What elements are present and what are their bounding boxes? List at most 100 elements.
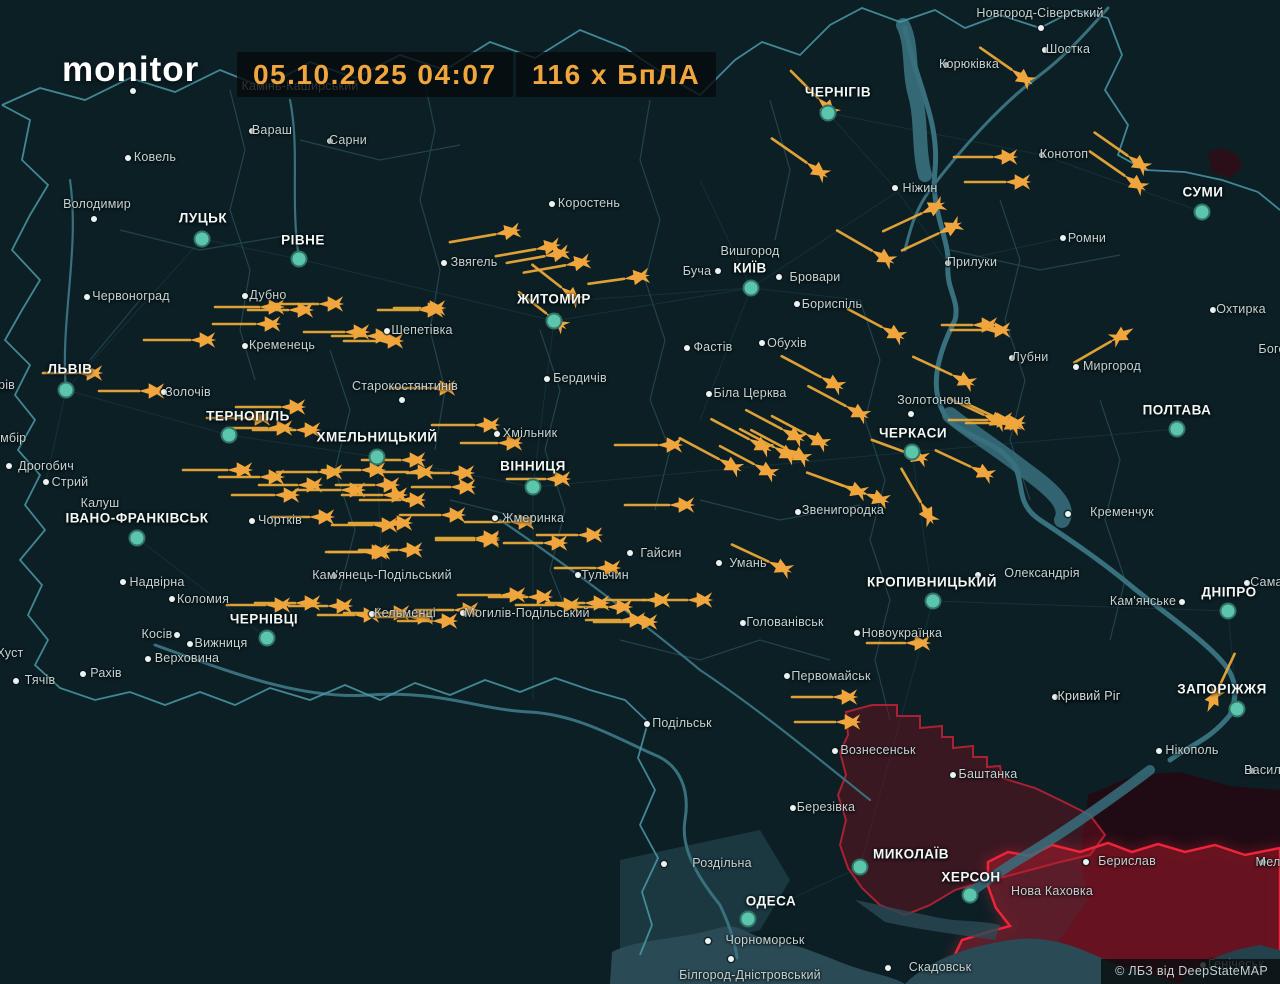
- town-label: Вишгород: [720, 243, 780, 258]
- town-dot: [120, 579, 126, 585]
- town-label: Шостка: [1045, 41, 1091, 56]
- town-label: Хмільник: [502, 425, 558, 440]
- town-label: Обухів: [767, 335, 807, 350]
- town-label: Василівка: [1244, 762, 1280, 777]
- town-dot: [1179, 599, 1185, 605]
- city-dot: [290, 250, 308, 268]
- drone-icon: [867, 243, 899, 271]
- city-label: ХЕРСОН: [941, 869, 1001, 885]
- town-label: Могилів-Подільський: [464, 605, 590, 620]
- drone-icon: [1006, 63, 1038, 91]
- drone-icon: [606, 599, 634, 615]
- town-label: Охтирка: [1216, 301, 1266, 316]
- town-dot: [13, 678, 19, 684]
- town-dot: [187, 641, 193, 647]
- city-dot: [57, 381, 75, 399]
- city-label: ІВАНО-ФРАНКІВСЬК: [65, 510, 209, 526]
- drone-icon: [419, 300, 447, 316]
- town-dot: [784, 673, 790, 679]
- datetime-badge: 05.10.2025 04:07: [237, 52, 513, 97]
- drone-trail: [807, 384, 847, 408]
- town-dot: [43, 479, 49, 485]
- drone-icon: [966, 459, 998, 485]
- drone-trail: [780, 354, 822, 379]
- town-dot: [575, 572, 581, 578]
- town-label: Сарни: [329, 132, 367, 147]
- town-label: Голованівськ: [746, 614, 824, 629]
- town-label: Чорноморськ: [725, 932, 805, 947]
- town-label: Звенигородка: [801, 502, 885, 517]
- town-label: Ніжин: [902, 180, 938, 195]
- drone-icon: [831, 689, 859, 705]
- town-label: Первомайськ: [791, 668, 871, 683]
- town-dot: [249, 518, 255, 524]
- town-dot: [854, 630, 860, 636]
- map-canvas[interactable]: Камінь-КаширськийКовельВарашСарниВолодим…: [0, 0, 1280, 984]
- drone-icon: [947, 367, 979, 393]
- city-label: МИКОЛАЇВ: [872, 846, 950, 862]
- town-label: Кам'янець-Подільський: [312, 567, 452, 582]
- city-label: ДНІПРО: [1201, 584, 1257, 600]
- drone-icon: [541, 535, 569, 551]
- town-label: Дубно: [249, 287, 287, 302]
- town-label: Золотоноша: [897, 392, 971, 407]
- town-dot: [716, 560, 722, 566]
- drone-trail: [846, 307, 883, 329]
- drone-icon: [801, 427, 833, 453]
- town-dot: [950, 772, 956, 778]
- city-label: ОДЕСА: [745, 893, 797, 909]
- city-dot: [1228, 700, 1246, 718]
- town-label: Бровари: [789, 269, 841, 284]
- town-label: Хуст: [0, 645, 24, 660]
- town-dot: [740, 620, 746, 626]
- town-label: Мелітополь: [1255, 854, 1280, 869]
- town-label: Коростень: [557, 195, 621, 210]
- city-dot: [258, 629, 276, 647]
- drone-icon: [189, 332, 217, 348]
- town-label: Ковель: [133, 149, 177, 164]
- drone-trail: [934, 449, 972, 468]
- town-label: Скадовськ: [908, 959, 972, 974]
- city-dot: [545, 312, 563, 330]
- drone-trail: [770, 137, 808, 164]
- town-dot: [145, 656, 151, 662]
- city-dot: [524, 478, 542, 496]
- city-dot: [1219, 602, 1237, 620]
- city-label: РІВНЕ: [281, 232, 325, 248]
- town-dot: [706, 391, 712, 397]
- town-dot: [494, 431, 500, 437]
- town-dot: [441, 260, 447, 266]
- town-dot: [549, 201, 555, 207]
- town-label: Коломия: [176, 591, 230, 606]
- town-label: Новоукраїнка: [861, 625, 943, 640]
- drone-icon: [226, 462, 254, 478]
- drone-trail: [835, 229, 874, 252]
- drone-trail: [710, 417, 750, 441]
- town-dot: [1060, 235, 1066, 241]
- town-dot: [169, 596, 175, 602]
- drone-trail: [505, 254, 546, 265]
- town-label: Верховина: [154, 650, 220, 665]
- town-dot: [794, 301, 800, 307]
- town-dot: [705, 938, 711, 944]
- town-label: Богодухів: [1258, 341, 1280, 356]
- drone-icon: [1106, 321, 1138, 349]
- city-dot: [739, 910, 757, 928]
- drone-icon: [473, 530, 501, 546]
- city-label: ЗАПОРІЖЖЯ: [1177, 681, 1267, 697]
- drone-trail: [448, 233, 497, 244]
- drone-trail: [911, 355, 953, 376]
- town-dot: [684, 345, 690, 351]
- town-label: Стрий: [51, 474, 89, 489]
- city-label: СУМИ: [1182, 184, 1224, 200]
- drone-icon: [448, 465, 476, 481]
- town-dot: [242, 343, 248, 349]
- drone-icon: [449, 479, 477, 495]
- town-dot: [661, 861, 667, 867]
- town-label: Тульчин: [581, 567, 629, 582]
- drone-icon: [1119, 169, 1151, 197]
- town-label: Володимир: [63, 196, 131, 211]
- town-dot: [1038, 25, 1044, 31]
- town-label: Бердичів: [553, 370, 607, 385]
- town-label: Кам'янське: [1109, 593, 1177, 608]
